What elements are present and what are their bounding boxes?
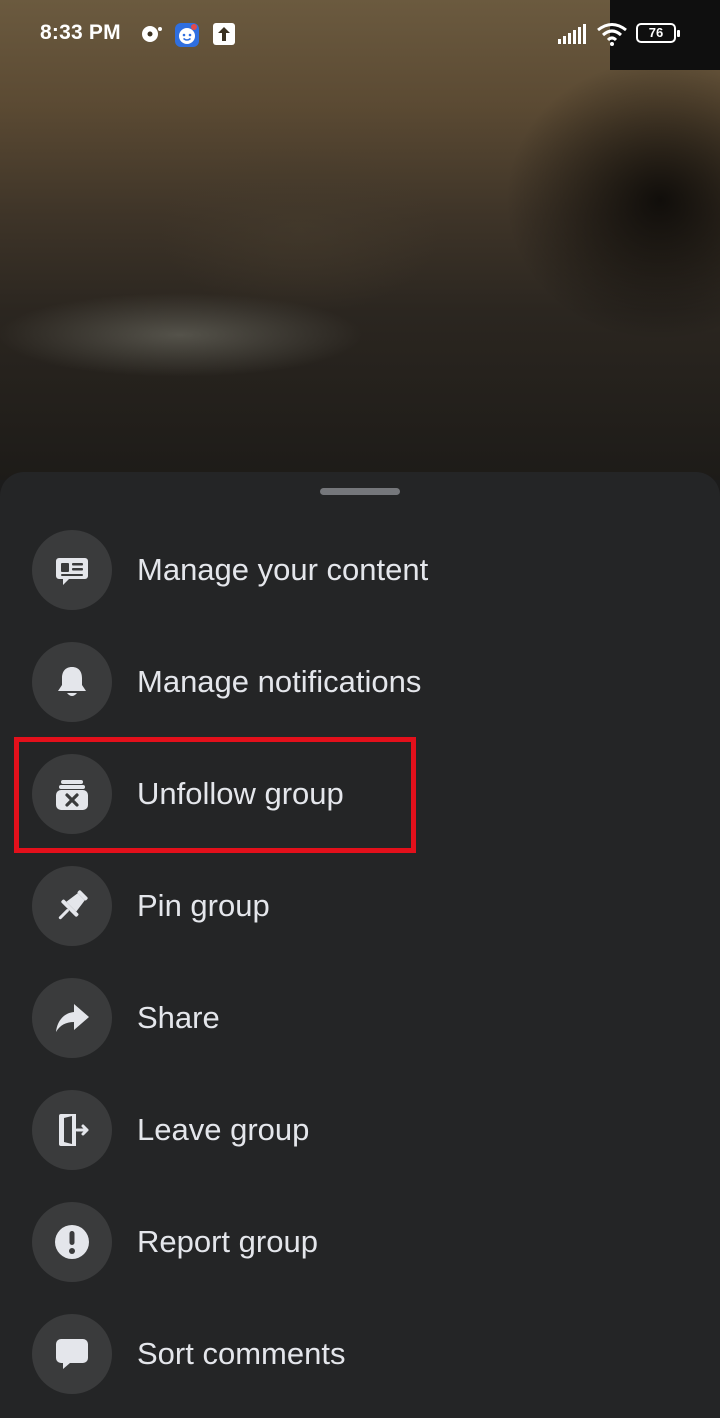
manage-content-icon xyxy=(32,530,112,610)
background-photo xyxy=(0,0,720,480)
status-time: 8:33 PM xyxy=(40,21,121,44)
leave-icon xyxy=(32,1090,112,1170)
menu-item-label: Report group xyxy=(137,1224,318,1259)
comment-icon xyxy=(32,1314,112,1394)
menu-item-label: Sort comments xyxy=(137,1336,346,1371)
menu-item-label: Share xyxy=(137,1000,220,1035)
wifi-icon xyxy=(597,23,627,46)
bottom-sheet: Manage your content Manage notifications… xyxy=(0,472,720,1418)
menu-item-label: Leave group xyxy=(137,1112,310,1147)
menu-item-report-group[interactable]: Report group xyxy=(0,1186,720,1298)
battery-indicator: 76 xyxy=(636,23,680,43)
highlight-annotation-box xyxy=(14,737,416,853)
menu-item-label: Manage your content xyxy=(137,552,429,587)
menu-item-sort-comments[interactable]: Sort comments xyxy=(0,1298,720,1410)
menu-item-pin-group[interactable]: Pin group xyxy=(0,850,720,962)
menu-item-manage-content[interactable]: Manage your content xyxy=(0,514,720,626)
sheet-drag-handle[interactable] xyxy=(320,488,400,495)
menu-item-leave-group[interactable]: Leave group xyxy=(0,1074,720,1186)
upload-notification-icon xyxy=(213,23,235,45)
bell-icon xyxy=(32,642,112,722)
app-face-notification-icon xyxy=(175,23,199,47)
disc-notification-icon xyxy=(142,26,162,42)
menu-item-share[interactable]: Share xyxy=(0,962,720,1074)
signal-strength-icon xyxy=(558,24,586,44)
pin-icon xyxy=(32,866,112,946)
menu-item-manage-notifications[interactable]: Manage notifications xyxy=(0,626,720,738)
menu-item-label: Pin group xyxy=(137,888,270,923)
menu-item-label: Manage notifications xyxy=(137,664,422,699)
report-icon xyxy=(32,1202,112,1282)
status-bar: 8:33 PM 76 xyxy=(0,0,720,68)
share-icon xyxy=(32,978,112,1058)
